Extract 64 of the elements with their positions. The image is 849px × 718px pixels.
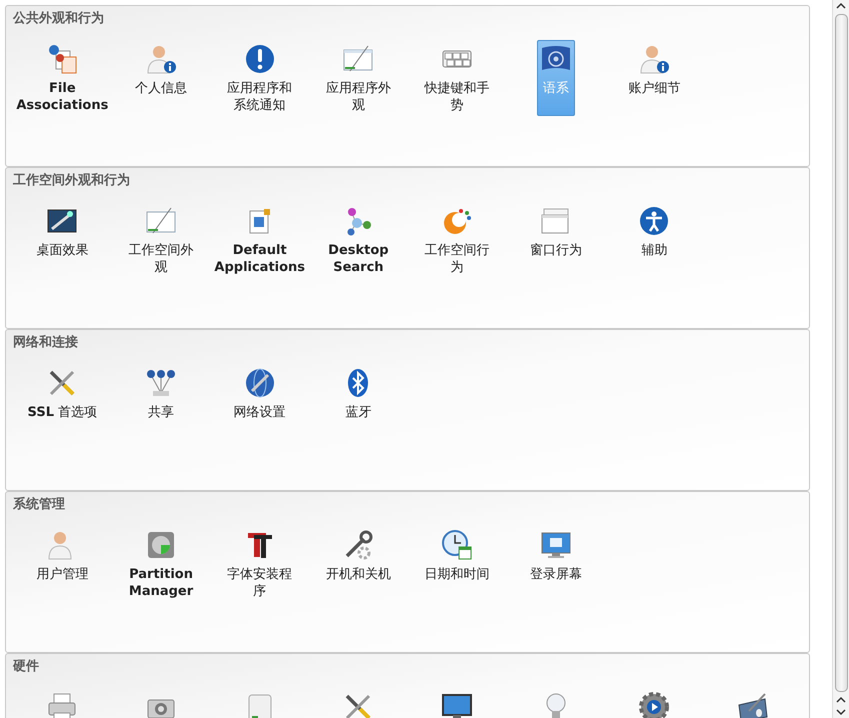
gear-icon <box>638 691 670 718</box>
drawing-tablet-icon <box>737 691 770 718</box>
settings-module[interactable]: 个人信息 <box>132 40 190 116</box>
module-label: 日期和时间 <box>424 566 490 583</box>
settings-module[interactable]: 工作空间外观 <box>120 202 202 278</box>
monitor-icon <box>441 691 474 718</box>
settings-module[interactable]: 应用程序和系统通知 <box>218 40 301 116</box>
settings-module[interactable]: 快捷键和手势 <box>416 40 498 116</box>
module-label: 开机和关机 <box>326 566 391 583</box>
settings-module[interactable]: 登录屏幕 <box>526 526 585 602</box>
module-label: 账户细节 <box>628 80 680 97</box>
settings-module[interactable]: Partition Manager <box>126 526 196 602</box>
category-title: 硬件 <box>13 658 40 676</box>
globe-icon <box>244 367 276 399</box>
clock-icon <box>441 529 474 561</box>
module-label: 工作空间外观 <box>128 242 195 276</box>
user-info-icon <box>145 43 178 75</box>
module-label: 蓝牙 <box>345 404 372 421</box>
module-label: 快捷键和手势 <box>423 80 491 114</box>
settings-module[interactable]: 蓝牙 <box>339 364 378 423</box>
settings-module[interactable]: File Associations <box>13 40 112 116</box>
settings-module[interactable]: 用户管理 <box>33 526 92 602</box>
module-label: 辅助 <box>641 242 668 259</box>
settings-module[interactable]: 账户细节 <box>625 40 684 116</box>
settings-module[interactable]: 桌面效果 <box>33 202 92 278</box>
module-label: 窗口行为 <box>530 242 582 259</box>
category-title: 网络和连接 <box>13 334 79 352</box>
settings-module[interactable]: 共享 <box>142 364 180 423</box>
settings-module[interactable]: Default Applications <box>211 202 308 278</box>
module-label: Desktop Search <box>328 242 389 276</box>
settings-module[interactable]: 开机和关机 <box>322 526 394 602</box>
share-icon <box>145 367 178 399</box>
module-label: 桌面效果 <box>36 242 88 259</box>
module-label: 登录屏幕 <box>530 566 582 583</box>
settings-module[interactable]: 日期和时间 <box>422 526 493 602</box>
module-label: 个人信息 <box>135 80 188 97</box>
module-label: 语系 <box>542 80 569 97</box>
module-label: 网络设置 <box>234 404 286 421</box>
settings-module[interactable]: 窗口行为 <box>526 202 585 278</box>
module-label: 应用程序和系统通知 <box>226 80 294 114</box>
module-label: Default Applications <box>214 242 306 276</box>
module-label: Partition Manager <box>128 566 194 600</box>
module-label: File Associations <box>16 80 108 114</box>
module-label: 共享 <box>148 404 174 421</box>
exclamation-icon <box>244 43 276 75</box>
category-title: 系统管理 <box>13 496 66 514</box>
module-label: 工作空间行为 <box>424 242 491 276</box>
module-label: SSL 首选项 <box>28 404 98 421</box>
module-label: 应用程序外观 <box>324 80 392 114</box>
accessibility-icon <box>638 205 670 237</box>
settings-module[interactable]: 工作空间行为 <box>416 202 498 278</box>
documents-icon <box>46 43 78 75</box>
scrollbar-thumb[interactable] <box>834 14 848 692</box>
settings-module[interactable]: 网络设置 <box>230 364 289 423</box>
module-label: 用户管理 <box>36 566 88 583</box>
settings-module[interactable]: 应用程序外观 <box>317 40 400 116</box>
settings-module[interactable]: 字体安装程序 <box>218 526 301 602</box>
settings-module[interactable]: 辅助 <box>635 202 674 278</box>
settings-module[interactable]: SSL 首选项 <box>24 364 100 423</box>
user-info-icon <box>638 43 670 75</box>
module-label: 字体安装程序 <box>226 566 294 600</box>
settings-module[interactable]: Desktop Search <box>325 202 392 278</box>
category-title: 公共外观和行为 <box>13 10 105 28</box>
category-title: 工作空间外观和行为 <box>13 172 131 190</box>
